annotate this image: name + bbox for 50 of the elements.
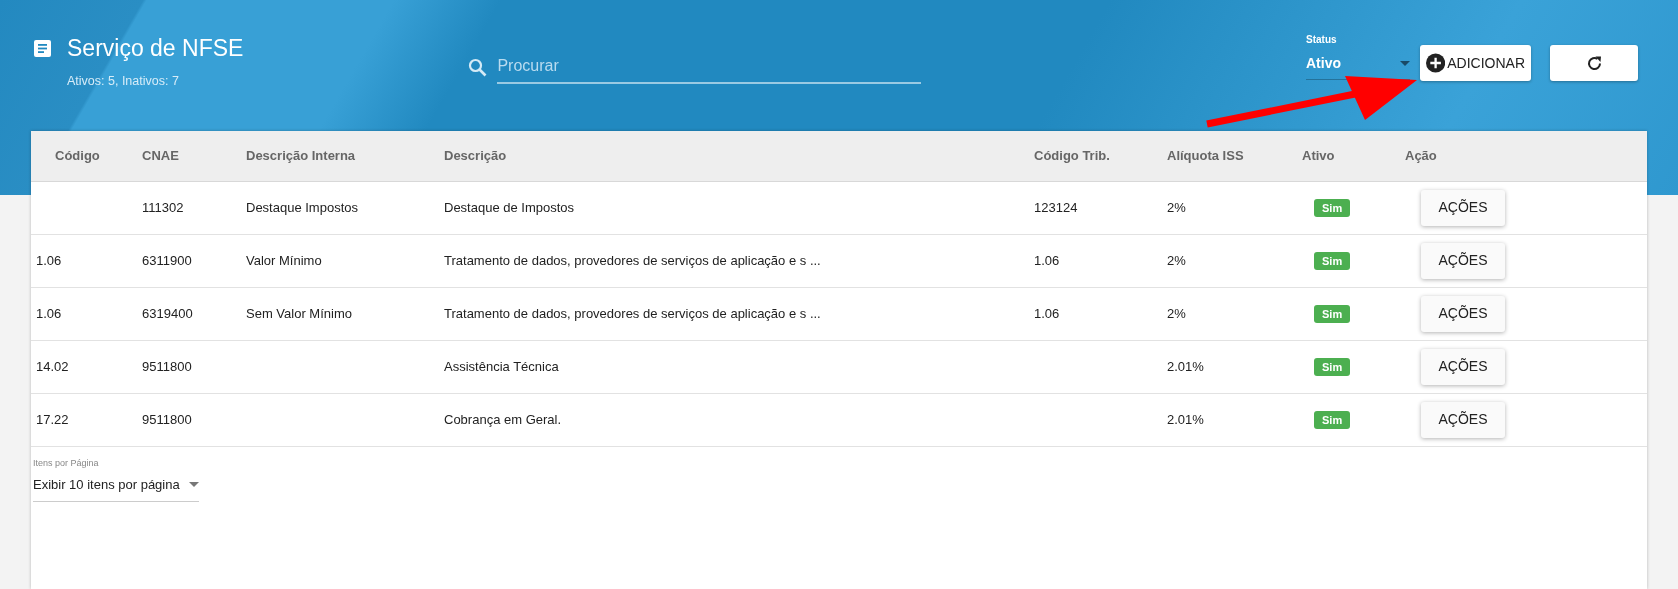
column-header: Descrição Interna <box>246 148 356 163</box>
table-cell: 1.06 <box>1034 305 1060 321</box>
table-cell: 2% <box>1167 305 1186 321</box>
table-cell: Tratamento de dados, provedores de serviços de aplicação e s ... <box>444 252 821 268</box>
table-cell: Cobrança em Geral. <box>444 411 562 427</box>
search-field[interactable]: Procurar <box>497 50 922 84</box>
page-title: Serviço de NFSE <box>67 34 244 62</box>
table-cell: 123124 <box>1034 199 1078 215</box>
record-count: Ativos: 5, Inativos: 7 <box>67 73 180 90</box>
column-header: Ativo <box>1302 148 1335 163</box>
actions-button[interactable]: AÇÕES <box>1421 348 1505 385</box>
column-header: Ação <box>1405 148 1437 163</box>
table-cell: Tratamento de dados, provedores de serviços de aplicação e s ... <box>444 305 821 321</box>
table-cell: 1.06 <box>36 252 62 268</box>
table-cell: Assistência Técnica <box>444 358 559 374</box>
actions-button[interactable]: AÇÕES <box>1421 401 1505 438</box>
actions-button[interactable]: AÇÕES <box>1421 189 1505 226</box>
add-button[interactable]: ADICIONAR <box>1420 45 1531 81</box>
column-header: CNAE <box>142 148 179 163</box>
column-header: Descrição <box>444 148 507 163</box>
actions-button[interactable]: AÇÕES <box>1421 242 1505 279</box>
column-header: Código <box>55 148 100 163</box>
table-cell: 2% <box>1167 199 1186 215</box>
column-header: Código Trib. <box>1034 148 1110 163</box>
table-cell: 6319400 <box>142 305 193 321</box>
status-label: Status <box>1306 33 1338 47</box>
table-cell: Destaque Impostos <box>246 199 358 215</box>
table-cell: 14.02 <box>36 358 69 374</box>
table-cell: 1.06 <box>1034 252 1060 268</box>
table-cell: 2% <box>1167 252 1186 268</box>
table-cell: 2.01% <box>1167 411 1204 427</box>
table-cell: 9511800 <box>142 358 192 374</box>
table-cell: 17.22 <box>36 411 69 427</box>
table-cell: 1.06 <box>36 305 62 321</box>
table-cell: 111302 <box>142 199 184 215</box>
table-cell: Sem Valor Mínimo <box>246 305 352 321</box>
status-badge: Sim <box>1314 304 1351 323</box>
status-badge: Sim <box>1314 410 1351 429</box>
table-cell: 9511800 <box>142 411 192 427</box>
items-per-page-select[interactable]: Exibir 10 itens por página <box>33 470 199 502</box>
table-cell: 2.01% <box>1167 358 1204 374</box>
items-per-page-label: Itens por Página <box>33 456 100 470</box>
status-badge: Sim <box>1314 357 1351 376</box>
actions-button[interactable]: AÇÕES <box>1421 295 1505 332</box>
table-cell: 6311900 <box>142 252 192 268</box>
column-header: Alíquota ISS <box>1167 148 1244 163</box>
status-badge: Sim <box>1314 198 1351 217</box>
table-cell: Destaque de Impostos <box>444 199 575 215</box>
status-badge: Sim <box>1314 251 1351 270</box>
table-cell: Valor Mínimo <box>246 252 322 268</box>
